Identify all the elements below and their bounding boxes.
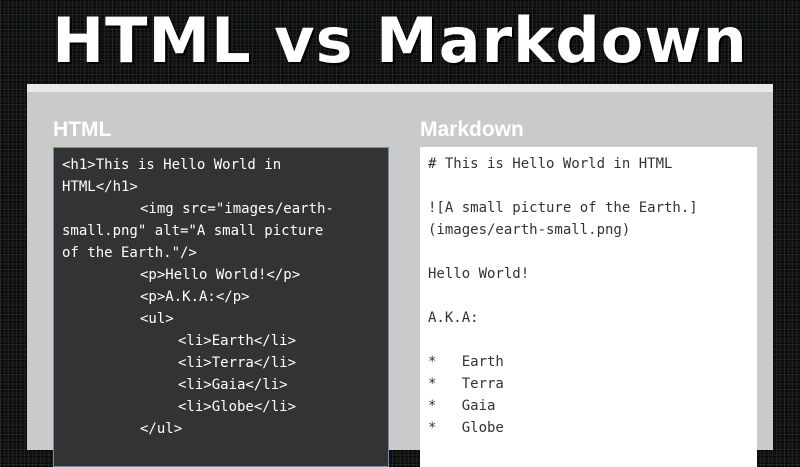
code-line: Hello World! [428, 266, 530, 282]
code-line: A.K.A: [428, 310, 479, 326]
code-line: * Globe [428, 420, 504, 436]
code-line: of the Earth."/> [62, 245, 197, 261]
comparison-panel: HTML Markdown <h1>This is Hello World in… [27, 84, 773, 467]
code-line: </ul> [140, 421, 183, 437]
markdown-heading: Markdown [420, 118, 524, 141]
code-line: <p>Hello World!</p> [140, 267, 301, 283]
code-line: * Terra [428, 376, 504, 392]
page-title: HTML vs Markdown [52, 4, 748, 77]
code-line: # This is Hello World in HTML [428, 156, 673, 172]
code-line: <li>Terra</li> [178, 355, 297, 371]
code-line: <img src="images/earth- [140, 201, 334, 217]
code-line: small.png" alt="A small picture [62, 223, 324, 239]
code-line: * Earth [428, 354, 504, 370]
code-line: * Gaia [428, 398, 496, 414]
code-line: HTML</h1> [62, 179, 138, 195]
markdown-code-block: # This is Hello World in HTML ![A small … [420, 147, 757, 467]
code-line: (images/earth-small.png) [428, 222, 631, 238]
code-line: <li>Globe</li> [178, 399, 297, 415]
code-line: <li>Earth</li> [178, 333, 297, 349]
code-line: <p>A.K.A:</p> [140, 289, 250, 305]
html-heading: HTML [53, 118, 112, 141]
title-banner: HTML vs Markdown [0, 0, 800, 82]
html-code-block: <h1>This is Hello World in HTML</h1> <im… [53, 147, 389, 467]
code-line: <li>Gaia</li> [178, 377, 288, 393]
code-line: ![A small picture of the Earth.] [428, 200, 698, 216]
code-line: <ul> [140, 311, 174, 327]
code-line: <h1>This is Hello World in [62, 157, 282, 173]
